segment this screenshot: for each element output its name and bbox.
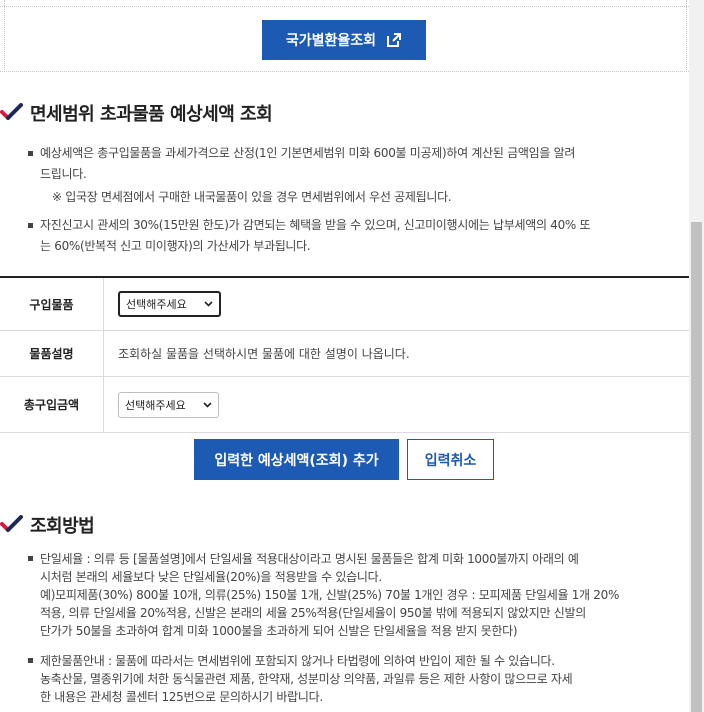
form-cell: 선택해주세요 (104, 278, 689, 330)
text-line: 한 내용은 관세청 콜센터 125번으로 문의하시기 바랍니다. (40, 690, 323, 704)
divider (0, 6, 689, 7)
text-line: 제한물품안내 : 물품에 따라서는 면세범위에 포함되지 않거나 타법령에 의하… (40, 654, 555, 668)
rate-area: 국가별환율조회 (0, 0, 689, 72)
bullet-marker (28, 223, 33, 228)
chevron-down-icon (203, 401, 212, 408)
bullet-marker (28, 151, 33, 156)
cancel-input-button[interactable]: 입력취소 (407, 439, 494, 480)
section-heading-estimate: 면세범위 초과물품 예상세액 조회 (0, 100, 273, 126)
text-line: 농축산물, 멸종위기에 처한 동식물관련 제품, 한약재, 성분미상 의약품, … (40, 672, 573, 686)
section-heading-method: 조회방법 (0, 512, 95, 538)
estimate-form: 구입물품 선택해주세요 물품설명 조회하실 물품을 선택하시면 물품에 대한 설… (0, 276, 689, 433)
form-row-description: 물품설명 조회하실 물품을 선택하시면 물품에 대한 설명이 나옵니다. (0, 331, 689, 377)
note-text: ※ 입국장 면세점에서 구매한 내국물품이 있을 경우 면세범위에서 우선 공제… (52, 190, 452, 204)
form-row-amount: 총구입금액 선택해주세요 (0, 377, 689, 433)
text-line: 예상세액은 총구입물품을 과세가격으로 산정(1인 기본면세범위 미화 600불… (40, 146, 576, 160)
scrollbar-thumb[interactable] (691, 222, 702, 712)
check-icon (0, 103, 23, 120)
item-select[interactable]: 선택해주세요 (118, 291, 221, 317)
select-value: 선택해주세요 (126, 298, 187, 311)
divider (0, 71, 689, 72)
chevron-down-icon (204, 301, 213, 307)
form-label: 구입물품 (0, 278, 104, 330)
check-icon (0, 515, 23, 532)
form-cell: 선택해주세요 (104, 377, 689, 432)
divider (4, 0, 5, 72)
bullet-item: 예상세액은 총구입물품을 과세가격으로 산정(1인 기본면세범위 미화 600불… (28, 143, 684, 185)
text-line: 단일세율 : 의류 등 [물품설명]에서 단일세율 적용대상이라고 명시된 물품… (40, 552, 579, 566)
bullet-marker (28, 556, 33, 561)
select-value: 선택해주세요 (125, 398, 186, 412)
bullet-text: 예상세액은 총구입물품을 과세가격으로 산정(1인 기본면세범위 미화 600불… (28, 143, 684, 185)
section-title: 조회방법 (30, 516, 95, 537)
add-estimate-button[interactable]: 입력한 예상세액(조회) 추가 (194, 439, 399, 480)
bullet-text: 제한물품안내 : 물품에 따라서는 면세범위에 포함되지 않거나 타법령에 의하… (28, 652, 684, 706)
text-line: 적용, 의류 단일세율 20%적용, 신발은 본래의 세율 25%적용(단일세율… (40, 606, 586, 620)
text-line: 드립니다. (40, 167, 87, 181)
bullet-item: 제한물품안내 : 물품에 따라서는 면세범위에 포함되지 않거나 타법령에 의하… (28, 652, 684, 706)
form-label: 물품설명 (0, 331, 104, 376)
bullet-text: 자진신고시 관세의 30%(15만원 한도)가 감면되는 혜택을 받을 수 있으… (28, 215, 684, 257)
item-description-text: 조회하실 물품을 선택하시면 물품에 대한 설명이 나옵니다. (118, 347, 410, 361)
divider (686, 0, 687, 72)
bullet-text: 단일세율 : 의류 등 [물품설명]에서 단일세율 적용대상이라고 명시된 물품… (28, 550, 684, 640)
text-line: 시처럼 본래의 세율보다 낮은 단일세율(20%)을 적용받을 수 있습니다. (40, 570, 382, 584)
section-title: 면세범위 초과물품 예상세액 조회 (30, 104, 273, 125)
rate-button-label: 국가별환율조회 (285, 33, 377, 49)
bullet-item: 자진신고시 관세의 30%(15만원 한도)가 감면되는 혜택을 받을 수 있으… (28, 215, 684, 257)
text-line: 예)모피제품(30%) 800불 10개, 의류(25%) 150불 1개, 신… (40, 588, 620, 602)
bullet-marker (28, 658, 33, 663)
page-content: 국가별환율조회 면세범위 초과물품 예상세액 조회 예상세액은 총구입물품을 과… (0, 0, 689, 712)
external-link-icon (387, 33, 402, 47)
total-amount-select[interactable]: 선택해주세요 (118, 391, 219, 418)
text-line: 는 60%(반복적 신고 미이행자)의 가산세가 부과됩니다. (40, 239, 311, 253)
text-line: 자진신고시 관세의 30%(15만원 한도)가 감면되는 혜택을 받을 수 있으… (40, 218, 591, 232)
form-row-item: 구입물품 선택해주세요 (0, 278, 689, 331)
text-line: 단가가 50불을 초과하여 합계 미화 1000불을 초과하게 되어 신발은 단… (40, 624, 518, 638)
form-label: 총구입금액 (0, 377, 104, 432)
bullet-item: 단일세율 : 의류 등 [물품설명]에서 단일세율 적용대상이라고 명시된 물품… (28, 550, 684, 640)
country-exchange-rate-button[interactable]: 국가별환율조회 (262, 20, 426, 60)
